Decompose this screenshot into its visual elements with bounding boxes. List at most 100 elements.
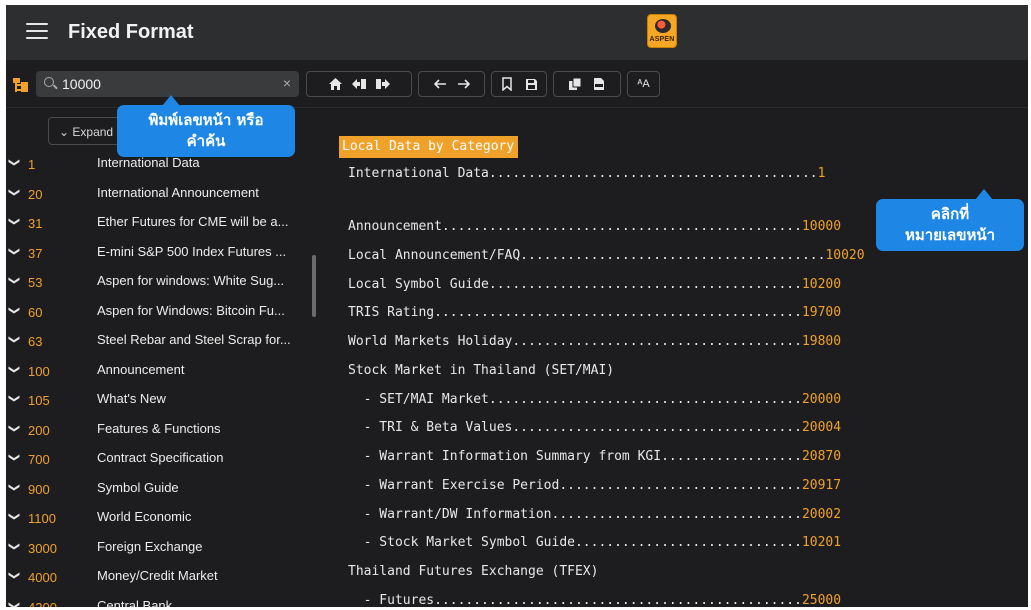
page-number-link[interactable]: 25000 <box>802 593 841 607</box>
list-item-label: Announcement <box>97 361 185 377</box>
index-line-label: - Futures...............................… <box>348 593 802 607</box>
menu-icon[interactable] <box>26 23 48 41</box>
index-line: Local Symbol Guide......................… <box>348 277 841 297</box>
list-item[interactable]: ❯ 20 International Announcement <box>6 179 311 209</box>
page-number-link[interactable]: 20004 <box>802 420 841 435</box>
index-line: Thailand Futures Exchange (TFEX) <box>348 564 598 584</box>
index-line: World Markets Holiday...................… <box>348 334 841 354</box>
chevron-down-icon[interactable]: ❯ <box>8 364 21 373</box>
export-group <box>553 71 621 97</box>
page-number-link[interactable]: 20000 <box>802 392 841 407</box>
list-item-number: 200 <box>28 422 50 438</box>
back-page-icon[interactable] <box>351 76 367 92</box>
list-item-label: Steel Rebar and Steel Scrap for... <box>97 332 291 347</box>
chevron-down-icon[interactable]: ❯ <box>8 394 21 403</box>
title-bar: Fixed Format ASPEN <box>6 5 1028 60</box>
index-line-label: - Warrant Information Summary from KGI..… <box>348 449 802 464</box>
index-line-label: Thailand Futures Exchange (TFEX) <box>348 564 599 579</box>
forward-page-icon[interactable] <box>375 76 391 92</box>
index-line: - TRI & Beta Values.....................… <box>348 420 841 440</box>
list-item-number: 1 <box>28 157 36 172</box>
chevron-down-icon[interactable]: ❯ <box>8 512 21 521</box>
page-number-link[interactable]: 19800 <box>802 334 841 349</box>
chevron-down-icon[interactable]: ❯ <box>8 246 21 255</box>
history-group <box>418 71 485 97</box>
index-line: - Warrant/DW Information................… <box>348 507 841 527</box>
font-size-icon[interactable]: ᴬA <box>632 76 656 92</box>
clear-icon[interactable]: × <box>283 75 291 91</box>
list-item-number: 53 <box>28 275 43 290</box>
list-item-label: Aspen for windows: White Sug... <box>97 273 285 288</box>
chevron-down-icon[interactable]: ❯ <box>8 600 21 607</box>
page-number-link[interactable]: 20002 <box>802 507 841 522</box>
list-item-label: Features & Functions <box>97 420 221 436</box>
chevron-down-icon[interactable]: ❯ <box>8 335 21 344</box>
list-item-number: 900 <box>28 481 50 497</box>
page-number-link[interactable]: 19700 <box>802 305 841 320</box>
list-item-number: 4000 <box>28 570 57 585</box>
bookmark-icon[interactable] <box>499 76 515 92</box>
chevron-down-icon[interactable]: ❯ <box>8 158 21 167</box>
home-icon[interactable] <box>327 76 343 92</box>
list-item-number: 37 <box>28 245 43 261</box>
index-line: Announcement............................… <box>348 219 841 239</box>
chevron-down-icon[interactable]: ❯ <box>8 541 21 550</box>
arrow-left-icon[interactable] <box>432 76 448 92</box>
tree-view-icon[interactable] <box>13 77 29 93</box>
chevron-down-icon[interactable]: ❯ <box>8 571 21 580</box>
list-item-label: Symbol Guide <box>97 479 179 495</box>
chevron-down-icon[interactable]: ❯ <box>8 276 21 285</box>
page-hint-callout: คลิกที่ หมายเลขหน้า <box>876 189 1024 251</box>
list-item-number: 105 <box>28 393 50 408</box>
arrow-right-icon[interactable] <box>456 76 472 92</box>
search-icon <box>44 77 54 87</box>
index-line: International Data......................… <box>348 166 825 186</box>
page-number-link[interactable]: 10020 <box>825 248 864 263</box>
chevron-down-icon[interactable]: ❯ <box>8 423 21 432</box>
sidebar-scrollbar[interactable] <box>312 255 316 317</box>
list-item[interactable]: ❯ 63 Steel Rebar and Steel Scrap for... <box>6 326 311 356</box>
copy-icon[interactable] <box>567 76 583 92</box>
search-input[interactable] <box>62 74 262 94</box>
list-item-number: 60 <box>28 304 43 320</box>
list-item[interactable]: ❯ 60 Aspen for Windows: Bitcoin Fu... <box>6 297 311 327</box>
index-line-label: - Warrant/DW Information................… <box>348 507 802 522</box>
list-item[interactable]: ❯ 3000 Foreign Exchange <box>6 533 311 563</box>
chevron-down-icon[interactable]: ❯ <box>8 217 21 226</box>
page-hint-text: คลิกที่ หมายเลขหน้า <box>904 205 996 244</box>
chevron-down-icon[interactable]: ❯ <box>8 453 21 462</box>
list-item[interactable]: ❯ 4200 Central Bank <box>6 592 311 608</box>
expand-button[interactable]: ⌄ Expand <box>48 117 120 145</box>
page-number-link[interactable]: 10000 <box>802 219 841 234</box>
list-item[interactable]: ❯ 105 What's New <box>6 385 311 415</box>
list-item[interactable]: ❯ 37 E-mini S&P 500 Index Futures ... <box>6 238 311 268</box>
index-line-label: - Warrant Exercise Period...............… <box>348 478 802 493</box>
list-item[interactable]: ❯ 100 Announcement <box>6 356 311 386</box>
list-item[interactable]: ❯ 200 Features & Functions <box>6 415 311 445</box>
list-item[interactable]: ❯ 1100 World Economic <box>6 503 311 533</box>
index-line: - Warrant Information Summary from KGI..… <box>348 449 841 469</box>
page-number-link[interactable]: 10201 <box>802 535 841 550</box>
list-item-label: Aspen for Windows: Bitcoin Fu... <box>97 302 285 318</box>
chevron-down-icon[interactable]: ❯ <box>8 305 21 314</box>
index-line: - Futures...............................… <box>348 593 841 607</box>
page-number-link[interactable]: 1 <box>818 166 826 181</box>
page-number-link[interactable]: 20917 <box>802 478 841 493</box>
page-number-link[interactable]: 20870 <box>802 449 841 464</box>
index-line-label: Stock Market in Thailand (SET/MAI) <box>348 363 615 378</box>
list-item[interactable]: ❯ 4000 Money/Credit Market <box>6 562 311 592</box>
list-item[interactable]: ❯ 700 Contract Specification <box>6 444 311 474</box>
search-box: × <box>36 71 299 97</box>
index-list: ❯ 1 International Data ❯ 20 International Ann… <box>6 149 311 607</box>
list-item-label: Foreign Exchange <box>97 538 203 554</box>
chevron-down-icon[interactable]: ❯ <box>8 187 21 196</box>
list-item-label: International Announcement <box>97 184 259 200</box>
list-item[interactable]: ❯ 31 Ether Futures for CME will be a... <box>6 208 311 238</box>
list-item[interactable]: ❯ 900 Symbol Guide <box>6 474 311 504</box>
list-item[interactable]: ❯ 53 Aspen for windows: White Sug... <box>6 267 311 297</box>
page-number-link[interactable]: 10200 <box>802 277 841 292</box>
app-window: Fixed Format ASPEN × <box>6 5 1028 607</box>
pdf-icon[interactable] <box>591 76 607 92</box>
save-icon[interactable] <box>523 76 539 92</box>
chevron-down-icon[interactable]: ❯ <box>8 482 21 491</box>
